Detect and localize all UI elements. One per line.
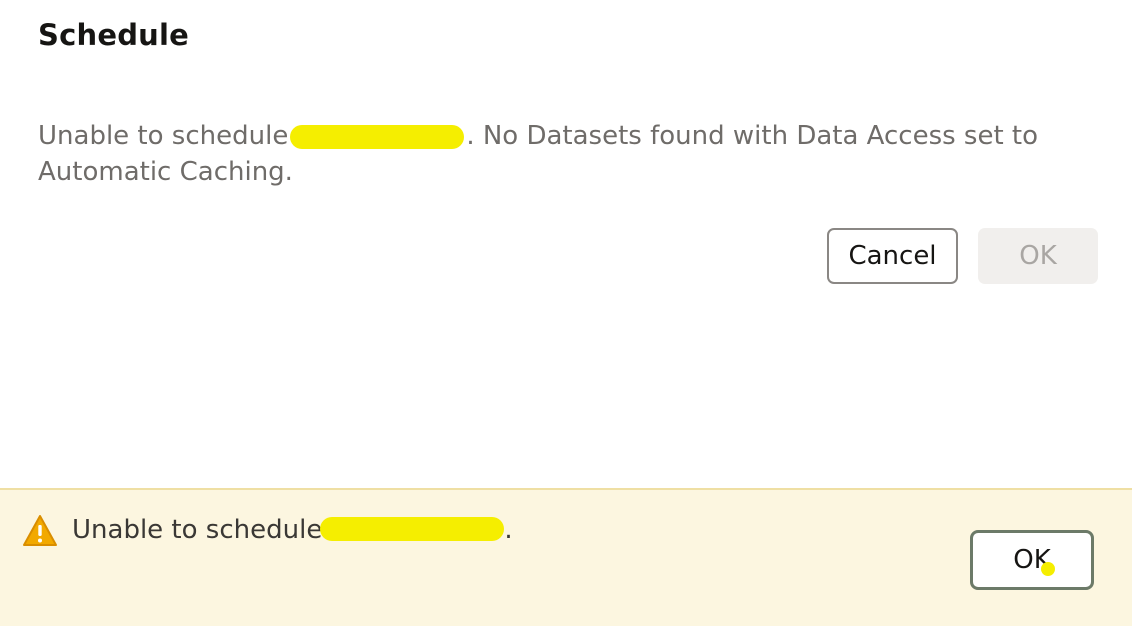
schedule-dialog: Schedule Unable to schedule. No Datasets… (0, 0, 1132, 488)
dialog-message-prefix: Unable to schedule (38, 121, 289, 151)
warning-notice-bar: Unable to schedule. OK (0, 488, 1132, 626)
notice-message-prefix: Unable to schedule (72, 515, 323, 545)
dialog-title: Schedule (38, 18, 190, 52)
notice-ok-button[interactable]: OK (970, 530, 1094, 590)
cursor-highlight (1041, 562, 1055, 576)
notice-message: Unable to schedule. (72, 512, 513, 548)
cancel-button[interactable]: Cancel (827, 228, 958, 284)
ok-button-disabled[interactable]: OK (978, 228, 1098, 284)
redacted-highlight (290, 125, 465, 149)
redacted-highlight (320, 517, 505, 541)
notice-message-suffix: . (504, 515, 513, 545)
dialog-message: Unable to schedule. No Datasets found wi… (38, 118, 1078, 190)
warning-icon (23, 515, 57, 546)
